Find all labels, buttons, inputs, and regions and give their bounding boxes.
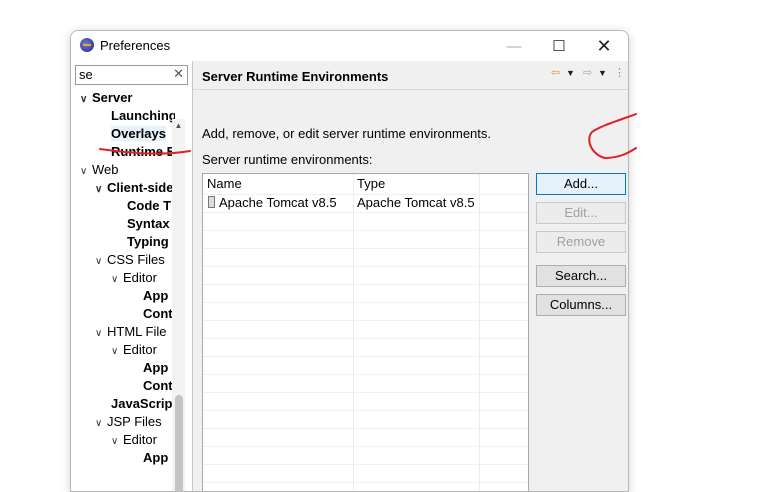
tree-item-label: JavaScript [111, 396, 175, 411]
tree-item-label: App [143, 360, 169, 375]
tree-item[interactable]: ∨ JSP Files [95, 413, 162, 431]
page-title: Server Runtime Environments [202, 69, 389, 84]
preference-tree[interactable]: ∨ Server Launching Overlays Runtime E ∨ Web ∨ Cl… [71, 89, 175, 491]
tree-item[interactable]: Code T [127, 197, 171, 215]
tree-item[interactable]: App [143, 449, 168, 467]
tree-item-label: HTML File [107, 324, 167, 339]
tree-item[interactable]: ∨ HTML File [95, 323, 166, 341]
tree-item-label: Launching [111, 108, 175, 123]
tree-item-label: Cont [143, 378, 173, 393]
tree-item[interactable]: ∨ Editor [111, 269, 157, 287]
back-menu-icon[interactable]: ▼ [566, 68, 575, 78]
view-menu-icon[interactable]: ⋮ [614, 66, 625, 79]
scroll-thumb[interactable] [175, 395, 183, 491]
tree-item-label: Syntax [127, 216, 170, 231]
tree-item[interactable]: App [143, 359, 168, 377]
maximize-button[interactable]: ☐ [536, 31, 582, 61]
filter-input[interactable] [76, 66, 169, 82]
scroll-up-icon[interactable]: ▲ [172, 119, 185, 133]
tree-item-label: Editor [123, 270, 157, 285]
tree-item-label: App [143, 288, 169, 303]
tree-item[interactable]: Typing [127, 233, 169, 251]
close-button[interactable]: ✕ [581, 31, 627, 61]
table-row-type[interactable]: Apache Tomcat v8.5 [357, 195, 475, 210]
expand-chevron-icon[interactable]: ∨ [95, 415, 107, 433]
columns-button[interactable]: Columns... [536, 294, 626, 316]
tree-item-label: Editor [123, 342, 157, 357]
tree-item[interactable]: ∨ Server [80, 89, 132, 107]
tree-item[interactable]: ∨ Client-side [95, 179, 173, 197]
tree-item[interactable]: ∨ CSS Files [95, 251, 165, 269]
tree-item-label: Web [92, 162, 119, 177]
tree-item[interactable]: Cont [143, 377, 173, 395]
minimize-button[interactable]: — [491, 31, 537, 61]
page-description: Add, remove, or edit server runtime envi… [202, 126, 492, 141]
tree-item[interactable]: Overlays [111, 125, 166, 143]
tree-item-label: Client-side [107, 180, 174, 195]
page-header: Server Runtime Environments ⇦ ▼ ⇨ ▼ ⋮ [193, 61, 628, 90]
tree-item[interactable]: Cont [143, 305, 173, 323]
tree-item[interactable]: Runtime E [111, 143, 175, 161]
tree-item[interactable]: Syntax [127, 215, 170, 233]
add-button[interactable]: Add... [536, 173, 626, 195]
runtime-table[interactable]: Name Type Apache Tomcat v8.5 Apache Tomc… [202, 173, 529, 491]
expand-chevron-icon[interactable]: ∨ [95, 253, 107, 271]
tree-scrollbar[interactable]: ▲ [172, 119, 185, 491]
expand-chevron-icon[interactable]: ∨ [95, 325, 107, 343]
expand-chevron-icon[interactable]: ∨ [80, 91, 92, 109]
tree-item-label: JSP Files [107, 414, 162, 429]
forward-menu-icon[interactable]: ▼ [598, 68, 607, 78]
column-header-name[interactable]: Name [207, 176, 242, 191]
expand-chevron-icon[interactable]: ∨ [111, 433, 123, 451]
tree-item-label: App [143, 450, 169, 465]
back-arrow-icon[interactable]: ⇦ [551, 66, 560, 79]
tree-item[interactable]: App [143, 287, 168, 305]
edit-button[interactable]: Edit... [536, 202, 626, 224]
expand-chevron-icon[interactable]: ∨ [111, 343, 123, 361]
remove-button[interactable]: Remove [536, 231, 626, 253]
server-icon [208, 196, 215, 208]
tree-item-label: CSS Files [107, 252, 165, 267]
expand-chevron-icon[interactable]: ∨ [95, 181, 107, 199]
forward-arrow-icon[interactable]: ⇨ [583, 66, 592, 79]
tree-item-label: Overlays [111, 126, 166, 141]
tree-item-label: Typing [127, 234, 169, 249]
clear-filter-icon[interactable]: ✕ [173, 66, 184, 82]
filter-field[interactable]: ✕ [75, 65, 188, 85]
tree-item-label: Server [92, 90, 133, 105]
tree-item[interactable]: ∨ Editor [111, 431, 157, 449]
tree-item-label: Code T [127, 198, 172, 213]
column-header-type[interactable]: Type [357, 176, 385, 191]
runtime-list-label: Server runtime environments: [202, 152, 373, 167]
eclipse-icon [80, 38, 94, 52]
column-separator [479, 174, 480, 491]
column-separator [353, 174, 354, 491]
preference-page: Server Runtime Environments ⇦ ▼ ⇨ ▼ ⋮ Ad… [193, 61, 628, 491]
preferences-window: Preferences — ☐ ✕ ✕ ∨ServerLaunchingOver… [70, 30, 629, 492]
tree-item-label: Runtime E [111, 144, 175, 159]
tree-item[interactable]: ∨ Editor [111, 341, 157, 359]
search-button[interactable]: Search... [536, 265, 626, 287]
expand-chevron-icon[interactable]: ∨ [111, 271, 123, 289]
tree-item[interactable]: ∨ Web [80, 161, 119, 179]
table-row-name[interactable]: Apache Tomcat v8.5 [208, 195, 337, 210]
preference-tree-pane: ✕ ∨ServerLaunchingOverlaysRuntime E∨Web∨… [71, 61, 192, 491]
expand-chevron-icon[interactable]: ∨ [80, 163, 92, 181]
tree-item-label: Cont [143, 306, 173, 321]
tree-item[interactable]: Launching [111, 107, 175, 125]
title-bar[interactable]: Preferences — ☐ ✕ [71, 31, 628, 61]
tree-item[interactable]: JavaScript [111, 395, 175, 413]
window-title: Preferences [100, 38, 171, 53]
tree-item-label: Editor [123, 432, 157, 447]
